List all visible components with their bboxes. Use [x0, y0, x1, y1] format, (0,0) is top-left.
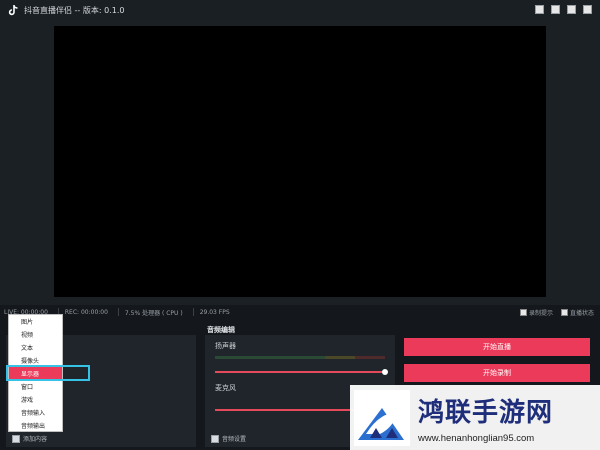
status-toggles: 录制提示 直播状态	[519, 308, 594, 317]
add-source-menu: 图片 视频 文本 摄像头 显示器 窗口 游戏 音频输入 音频输出	[8, 314, 63, 432]
close-icon[interactable]	[583, 5, 592, 14]
watermark-url: www.henanhonglian95.com	[418, 432, 535, 444]
minimize-icon[interactable]	[535, 5, 544, 14]
maximize-icon[interactable]	[567, 5, 576, 14]
mic-label: 麦克风	[215, 384, 236, 392]
menu-item-game[interactable]: 游戏	[9, 393, 62, 406]
rec-timer: REC: 00:00:00	[64, 308, 108, 316]
tiktok-icon	[6, 3, 20, 17]
title-bar: 抖音直播伴侣 -- 版本: 0.1.0	[0, 0, 600, 20]
checkbox-icon[interactable]	[519, 309, 527, 316]
audio-settings-label: 音频设置	[222, 436, 247, 443]
fps-readout: 29.03 FPS	[199, 308, 230, 316]
speaker-meter	[215, 356, 385, 359]
slider-handle[interactable]	[382, 369, 388, 375]
record-hint-label: 录制提示	[528, 310, 553, 317]
cpu-usage: 7.5% 处理器 ( CPU )	[124, 309, 183, 317]
window-title: 抖音直播伴侣 -- 版本: 0.1.0	[24, 5, 125, 15]
live-status-toggle[interactable]: 直播状态	[560, 308, 594, 317]
menu-item-window[interactable]: 窗口	[9, 380, 62, 393]
divider	[117, 308, 119, 316]
audio-header: 音频编辑	[207, 326, 235, 334]
menu-item-camera[interactable]: 摄像头	[9, 354, 62, 367]
watermark-text: 鸿联手游网 www.henanhonglian95.com	[418, 392, 553, 444]
start-live-button[interactable]: 开始直播	[404, 338, 590, 356]
menu-item-audio-input[interactable]: 音频输入	[9, 406, 62, 419]
audio-settings-button[interactable]: 音频设置	[211, 434, 246, 443]
watermark-name: 鸿联手游网	[418, 397, 554, 428]
record-hint-toggle[interactable]: 录制提示	[519, 308, 553, 317]
settings-icon[interactable]	[551, 5, 560, 14]
start-record-button[interactable]: 开始录制	[404, 364, 590, 382]
add-content-label: 添加内容	[23, 436, 48, 443]
watermark: 鸿联手游网 www.henanhonglian95.com	[350, 385, 600, 450]
live-status-label: 直播状态	[569, 310, 594, 317]
status-bar: LIVE: 00:00:00 REC: 00:00:00 7.5% 处理器 ( …	[0, 305, 600, 319]
add-content-button[interactable]: 添加内容	[12, 434, 47, 443]
speaker-volume-slider[interactable]	[215, 369, 388, 375]
checkbox-icon[interactable]	[560, 309, 568, 316]
menu-item-text[interactable]: 文本	[9, 341, 62, 354]
image-icon	[211, 434, 219, 443]
menu-item-video[interactable]: 视频	[9, 328, 62, 341]
menu-item-display[interactable]: 显示器	[9, 367, 62, 380]
preview-canvas[interactable]	[54, 26, 546, 297]
menu-item-image[interactable]: 图片	[9, 315, 62, 328]
menu-item-audio-output[interactable]: 音频输出	[9, 419, 62, 432]
preview-area	[0, 20, 600, 305]
window-controls	[535, 5, 592, 14]
unicorn-logo-icon	[354, 389, 410, 446]
image-icon	[12, 434, 20, 443]
divider	[192, 308, 194, 316]
speaker-label: 扬声器	[215, 342, 236, 350]
